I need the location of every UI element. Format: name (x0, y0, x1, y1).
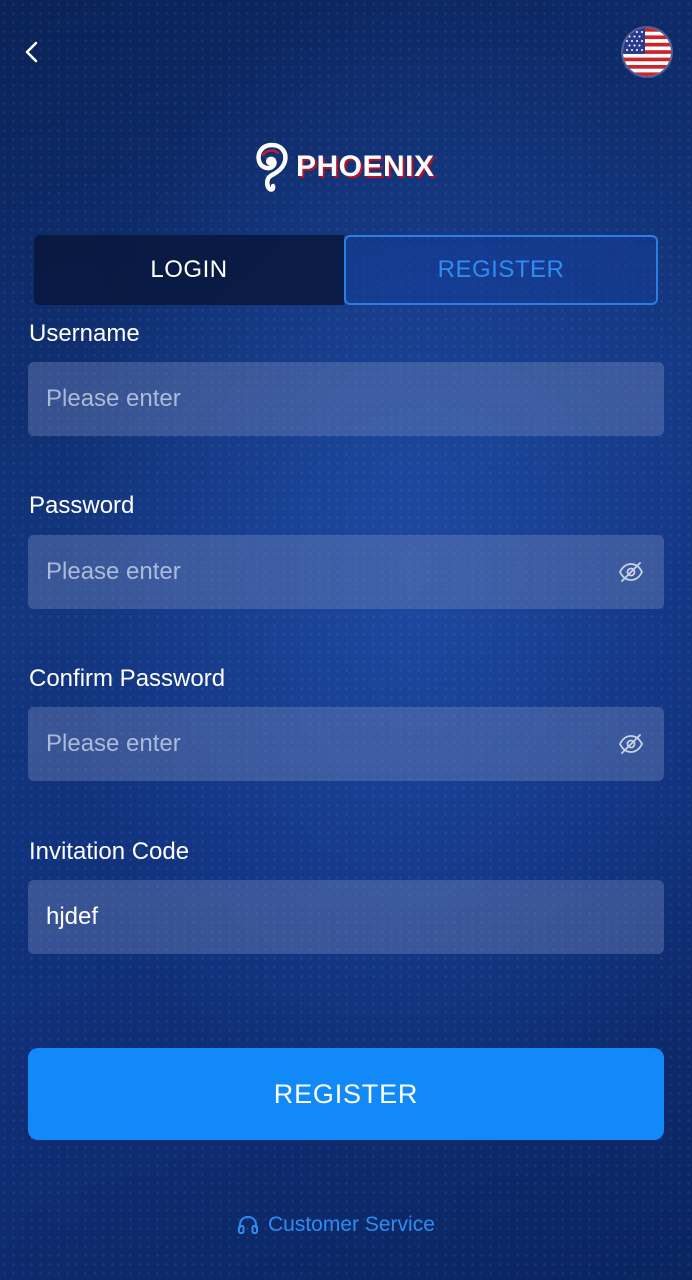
headset-icon (238, 1215, 258, 1234)
app-logo: PHOENIX (254, 140, 435, 194)
register-submit-button[interactable]: REGISTER (28, 1048, 664, 1140)
language-selector[interactable] (623, 28, 671, 76)
username-input[interactable] (46, 362, 646, 436)
logo-text: PHOENIX (296, 150, 435, 183)
password-input[interactable] (46, 535, 616, 609)
confirm-password-label: Confirm Password (29, 665, 226, 692)
eye-off-icon (618, 562, 644, 582)
us-flag-icon (623, 28, 671, 76)
tab-login[interactable]: LOGIN (34, 235, 344, 305)
username-label: Username (29, 320, 140, 347)
customer-service-label: Customer Service (268, 1213, 435, 1236)
back-button[interactable] (16, 32, 48, 72)
invitation-code-input[interactable] (46, 880, 646, 954)
username-field-box (28, 362, 664, 436)
register-page: PHOENIX LOGIN REGISTER Username Password… (0, 0, 692, 1280)
phoenix-logo-icon (256, 142, 288, 192)
eye-off-icon (618, 734, 644, 754)
customer-service-link[interactable]: Customer Service (236, 1208, 435, 1242)
toggle-confirm-password-visibility-button[interactable] (616, 729, 646, 759)
password-label: Password (29, 492, 135, 519)
password-field-box (28, 535, 664, 609)
toggle-password-visibility-button[interactable] (616, 557, 646, 587)
confirm-password-field-box (28, 707, 664, 781)
invitation-code-field-box (28, 880, 664, 954)
confirm-password-input[interactable] (46, 707, 616, 781)
invitation-code-label: Invitation Code (29, 838, 190, 865)
tab-register[interactable]: REGISTER (344, 235, 658, 305)
auth-tabs: LOGIN REGISTER (34, 235, 658, 305)
chevron-left-icon (25, 41, 38, 63)
